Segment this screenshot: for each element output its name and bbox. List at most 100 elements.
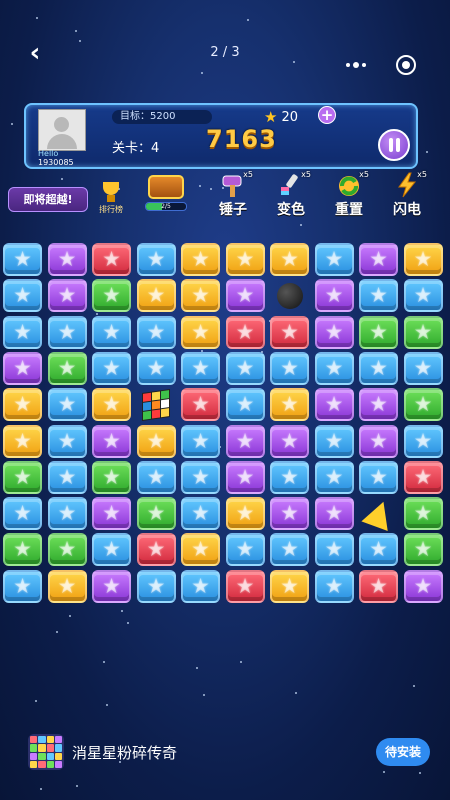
tile-purple-star[interactable]: ★: [47, 243, 87, 276]
tile-purple-star[interactable]: ★: [225, 424, 265, 458]
tile-green-star[interactable]: ★: [3, 460, 42, 494]
tile-yellow-star[interactable]: ★: [270, 243, 309, 276]
tile-red-star[interactable]: ★: [359, 569, 398, 603]
tile-purple-star[interactable]: ★: [314, 279, 354, 313]
tile-blue-star[interactable]: ★: [92, 315, 131, 349]
tile-blue-star[interactable]: ★: [3, 243, 42, 276]
add-stars-button[interactable]: +: [318, 106, 336, 124]
tile-green-star[interactable]: ★: [403, 315, 443, 349]
tile-green-star[interactable]: ★: [403, 497, 443, 531]
tile-blue-star[interactable]: ★: [359, 351, 398, 385]
tile-purple-star[interactable]: ★: [314, 388, 354, 422]
tile-purple-star[interactable]: ★: [270, 497, 309, 531]
tile-red-star[interactable]: ★: [270, 315, 309, 349]
tile-blue-star[interactable]: ★: [47, 460, 87, 494]
tile-yellow-star[interactable]: ★: [181, 315, 220, 349]
tile-blue-star[interactable]: ★: [47, 388, 87, 422]
close-icon[interactable]: [396, 55, 416, 75]
leaderboard-button[interactable]: 排行榜: [94, 182, 128, 215]
tile-blue-star[interactable]: ★: [359, 279, 398, 313]
tile-green-star[interactable]: ★: [359, 315, 398, 349]
tile-rubik-cube[interactable]: [137, 388, 176, 421]
tile-blue-star[interactable]: ★: [136, 569, 176, 603]
tile-blue-star[interactable]: ★: [314, 351, 354, 385]
tile-purple-star[interactable]: ★: [403, 569, 443, 603]
tile-red-star[interactable]: ★: [403, 460, 443, 494]
tile-yellow-star[interactable]: ★: [47, 569, 87, 603]
reset-tool[interactable]: x5 重置: [324, 170, 374, 219]
tile-yellow-star[interactable]: ★: [136, 424, 176, 458]
tile-blue-star[interactable]: ★: [314, 243, 354, 276]
tile-blue-star[interactable]: ★: [314, 460, 354, 494]
tile-yellow-star[interactable]: ★: [136, 279, 176, 313]
tile-blue-star[interactable]: ★: [181, 569, 220, 603]
tile-purple-star[interactable]: ★: [3, 351, 42, 385]
pause-button[interactable]: [378, 129, 410, 161]
tile-blue-star[interactable]: ★: [314, 569, 354, 603]
tile-purple-star[interactable]: ★: [359, 388, 398, 422]
tile-blue-star[interactable]: ★: [403, 279, 443, 313]
tile-blue-star[interactable]: ★: [47, 315, 87, 349]
tile-yellow-star[interactable]: ★: [225, 497, 265, 531]
tile-blue-star[interactable]: ★: [181, 497, 220, 531]
tile-blue-star[interactable]: ★: [225, 533, 265, 567]
tile-green-star[interactable]: ★: [403, 388, 443, 422]
tile-blue-star[interactable]: ★: [225, 388, 265, 422]
tile-green-star[interactable]: ★: [92, 460, 131, 494]
tile-blue-star[interactable]: ★: [3, 279, 42, 313]
tile-purple-star[interactable]: ★: [225, 460, 265, 494]
tile-blue-star[interactable]: ★: [3, 315, 42, 349]
tile-green-star[interactable]: ★: [3, 533, 42, 567]
tile-lightning-bolt[interactable]: [359, 496, 398, 531]
tile-red-star[interactable]: ★: [92, 243, 131, 276]
tile-blue-star[interactable]: ★: [270, 460, 309, 494]
tile-purple-star[interactable]: ★: [359, 243, 398, 276]
tile-blue-star[interactable]: ★: [403, 351, 443, 385]
tile-yellow-star[interactable]: ★: [3, 424, 42, 458]
tile-blue-star[interactable]: ★: [181, 460, 220, 494]
tile-green-star[interactable]: ★: [47, 533, 87, 567]
tile-blue-star[interactable]: ★: [270, 533, 309, 567]
lightning-tool[interactable]: x5 闪电: [382, 170, 432, 219]
tile-yellow-star[interactable]: ★: [181, 533, 220, 567]
tile-purple-star[interactable]: ★: [359, 424, 398, 458]
tile-green-star[interactable]: ★: [136, 497, 176, 531]
tile-purple-star[interactable]: ★: [314, 497, 354, 531]
tile-blue-star[interactable]: ★: [136, 460, 176, 494]
tile-yellow-star[interactable]: ★: [181, 243, 220, 276]
tile-yellow-star[interactable]: ★: [270, 388, 309, 422]
tile-purple-star[interactable]: ★: [47, 279, 87, 313]
tile-blue-star[interactable]: ★: [314, 533, 354, 567]
tile-yellow-star[interactable]: ★: [225, 243, 265, 276]
more-icon[interactable]: [338, 55, 374, 75]
tile-yellow-star[interactable]: ★: [181, 279, 220, 313]
tile-blue-star[interactable]: ★: [3, 497, 42, 531]
tile-blue-star[interactable]: ★: [270, 351, 309, 385]
tile-red-star[interactable]: ★: [225, 569, 265, 603]
tile-blue-star[interactable]: ★: [403, 424, 443, 458]
tile-blue-star[interactable]: ★: [136, 315, 176, 349]
hammer-tool[interactable]: x5 锤子: [208, 170, 258, 219]
tile-blue-star[interactable]: ★: [314, 424, 354, 458]
tile-purple-star[interactable]: ★: [92, 424, 131, 458]
tile-blue-star[interactable]: ★: [225, 351, 265, 385]
install-button[interactable]: 待安装: [376, 738, 430, 766]
about-to-surpass-badge[interactable]: 即将超越!: [8, 187, 88, 212]
tile-blue-star[interactable]: ★: [181, 424, 220, 458]
tile-yellow-star[interactable]: ★: [92, 388, 131, 422]
tile-blue-star[interactable]: ★: [47, 424, 87, 458]
tile-bomb[interactable]: [270, 279, 309, 312]
treasure-chest-button[interactable]: 2/5: [145, 175, 187, 211]
tile-purple-star[interactable]: ★: [314, 315, 354, 349]
tile-purple-star[interactable]: ★: [92, 497, 131, 531]
tile-green-star[interactable]: ★: [403, 533, 443, 567]
tile-yellow-star[interactable]: ★: [270, 569, 309, 603]
tile-red-star[interactable]: ★: [181, 388, 220, 422]
color-change-tool[interactable]: x5 变色: [266, 170, 316, 219]
tile-blue-star[interactable]: ★: [136, 243, 176, 276]
tile-blue-star[interactable]: ★: [181, 351, 220, 385]
tile-purple-star[interactable]: ★: [225, 279, 265, 313]
tile-yellow-star[interactable]: ★: [403, 243, 443, 276]
tile-red-star[interactable]: ★: [136, 533, 176, 567]
tile-purple-star[interactable]: ★: [92, 569, 131, 603]
